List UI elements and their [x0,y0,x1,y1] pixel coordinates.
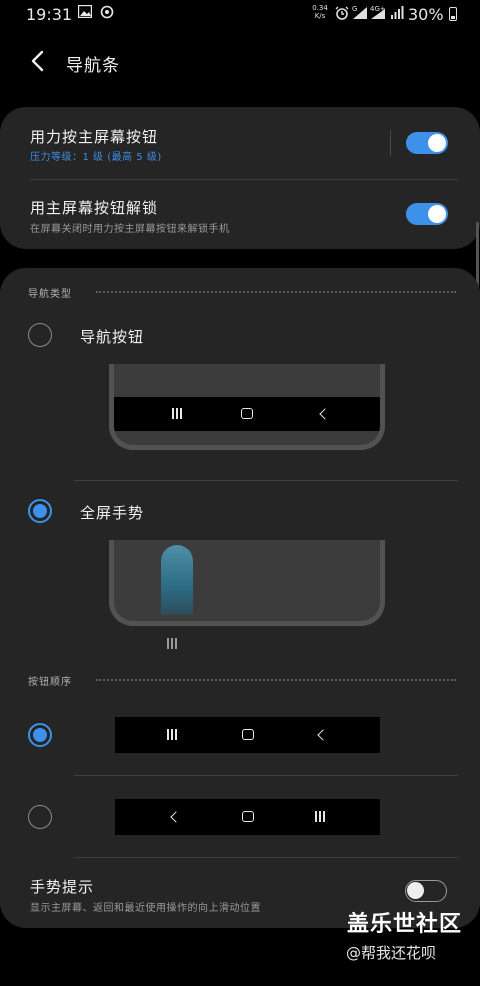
gestures-radio[interactable] [28,499,52,523]
recents-icon [167,729,179,741]
alarm-icon [335,6,349,20]
order-2-preview[interactable] [115,799,380,835]
divider [74,480,458,481]
signal-icon-2 [370,6,386,20]
press-home-toggle[interactable] [406,132,448,154]
nav-strip [114,397,380,431]
recents-icon [315,811,327,823]
order-1-preview[interactable] [115,717,380,753]
net-speed: 0.34 K/s [311,4,329,20]
navigation-type-header: 导航类型 [28,289,72,300]
status-bar: 19:31 0.34 K/s G 4G+ 30% [0,0,480,30]
toggle-knob [428,205,446,223]
home-button-settings-card: 用力按主屏幕按钮 压力等级：1 级 (最高 5 级) 用主屏幕按钮解锁 在屏幕关… [0,107,480,249]
screen: 19:31 0.34 K/s G 4G+ 30% 导航条 用力按主屏幕按钮 压力… [0,0,480,986]
row-divider [390,130,391,156]
signal-icon-3 [390,6,404,20]
toggle-knob [428,134,446,152]
divider [74,857,458,858]
navigation-settings-card: 导航类型 导航按钮 全屏手势 按钮顺序 手势提示 显示主屏幕、返回和最近使用操作… [0,268,480,928]
unlock-home-toggle[interactable] [406,203,448,225]
nav-buttons-label: 导航按钮 [80,328,145,346]
back-icon [319,408,331,420]
net-speed-unit: K/s [314,12,326,20]
unlock-home-subtitle: 在屏幕关闭时用力按主屏幕按钮来解锁手机 [30,224,230,235]
button-order-header: 按钮顺序 [28,677,72,688]
toggle-knob [407,882,424,899]
nav-buttons-radio[interactable] [28,323,52,347]
gestures-preview[interactable] [109,540,385,626]
order-1-radio[interactable] [28,723,52,747]
page-title: 导航条 [66,56,120,76]
radio-dot [33,728,47,742]
status-time: 19:31 [26,5,73,24]
battery-icon [449,7,457,21]
home-icon [242,729,254,740]
gallery-icon [77,4,93,21]
gesture-hint-title: 手势提示 [30,878,95,896]
sync-icon [99,5,115,21]
watermark-user: @帮我还花呗 [346,944,437,962]
press-home-subtitle: 压力等级：1 级 (最高 5 级) [30,152,162,163]
phone-frame [109,364,385,450]
divider [74,775,458,776]
battery-percent: 30% [408,5,444,24]
back-icon [317,729,329,741]
back-button[interactable] [24,46,52,76]
net-speed-value: 0.34 [312,4,328,12]
order-2-radio[interactable] [28,805,52,829]
home-icon [241,408,253,419]
app-bar: 导航条 [0,36,480,86]
recents-icon [172,408,184,420]
unlock-home-title: 用主屏幕按钮解锁 [30,199,159,217]
section-divider [96,291,456,293]
press-home-title: 用力按主屏幕按钮 [30,128,159,146]
section-divider [96,679,456,681]
gesture-swipe-area [161,545,193,615]
watermark-title: 盖乐世社区 [347,912,463,937]
phone-frame [109,540,385,626]
recents-icon [167,638,179,650]
back-icon [170,811,182,823]
gesture-hint-toggle[interactable] [405,880,447,902]
gestures-label: 全屏手势 [80,504,145,522]
chevron-left-icon [31,50,44,72]
radio-dot [33,504,47,518]
home-icon [242,811,254,822]
divider [30,179,458,180]
gesture-hint-subtitle: 显示主屏幕、返回和最近使用操作的向上滑动位置 [30,903,261,914]
signal-label-1: G [352,5,358,13]
nav-buttons-preview[interactable] [109,364,385,450]
